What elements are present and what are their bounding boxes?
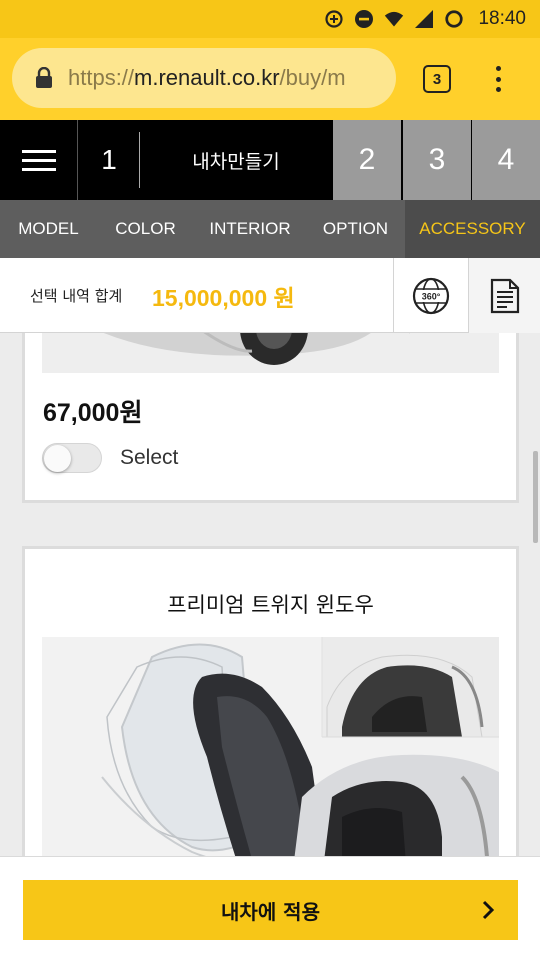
step-navigation: 1 내차만들기 2 3 4: [0, 120, 540, 200]
category-tabs: MODEL COLOR INTERIOR OPTION ACCESSORY: [0, 200, 540, 258]
step-2-button[interactable]: 2: [333, 120, 401, 200]
accessory-card: 67,000원 Select: [22, 333, 519, 503]
hamburger-menu-icon[interactable]: [0, 120, 78, 200]
tab-interior[interactable]: INTERIOR: [194, 200, 306, 258]
globe-360-icon: 360°: [412, 277, 450, 314]
view-360-text: 360°: [422, 291, 441, 301]
browser-toolbar: https://m.renault.co.kr/buy/m 3: [0, 38, 540, 120]
tab-switcher-button[interactable]: 3: [423, 65, 451, 93]
step-current-label: 내차만들기: [192, 150, 280, 173]
select-label: Select: [120, 446, 179, 469]
url-bar[interactable]: https://m.renault.co.kr/buy/m: [12, 48, 396, 108]
wifi-icon: [384, 9, 404, 29]
url-host: m.renault.co.kr: [134, 65, 280, 90]
signal-icon: [414, 9, 434, 29]
accessory-image: [42, 637, 499, 856]
tab-model[interactable]: MODEL: [0, 200, 97, 258]
step-3-button[interactable]: 3: [403, 120, 471, 200]
chevron-right-icon: [482, 900, 495, 920]
tab-option[interactable]: OPTION: [306, 200, 405, 258]
summary-document-button[interactable]: [468, 258, 540, 333]
data-saver-icon: [324, 9, 344, 29]
url-text: https://m.renault.co.kr/buy/m: [68, 65, 346, 91]
accessory-title: 프리미엄 트위지 윈도우: [167, 593, 374, 617]
total-summary-bar: 선택 내역 합계 15,000,000 원 360°: [0, 258, 540, 333]
document-icon: [490, 278, 519, 313]
tab-color[interactable]: COLOR: [97, 200, 194, 258]
url-path: /buy/m: [279, 65, 346, 90]
url-scheme: https://: [68, 65, 135, 90]
view-360-button[interactable]: 360°: [393, 258, 468, 333]
footer-bar: 내차에 적용: [0, 856, 540, 960]
accessory-card: 프리미엄 트위지 윈도우: [22, 546, 519, 856]
clock: 18:40: [478, 8, 526, 29]
more-menu-icon[interactable]: [488, 62, 508, 96]
apply-button-label: 내차에 적용: [221, 899, 320, 924]
accessory-image: [42, 333, 499, 373]
total-price: 15,000,000 원: [152, 284, 295, 311]
total-label: 선택 내역 합계: [30, 287, 123, 305]
select-toggle[interactable]: [42, 443, 102, 473]
accessory-list[interactable]: 67,000원 Select 프리미엄 트위지 윈도우: [0, 333, 540, 856]
do-not-disturb-icon: [354, 9, 374, 29]
lock-icon: [34, 66, 54, 89]
status-bar: 18:40: [0, 0, 540, 38]
apply-to-car-button[interactable]: 내차에 적용: [23, 880, 518, 940]
accessory-price: 67,000원: [43, 399, 143, 427]
step-4-button[interactable]: 4: [472, 120, 540, 200]
scrollbar-thumb[interactable]: [533, 451, 538, 543]
step-current-number[interactable]: 1: [78, 120, 140, 200]
sync-icon: [444, 9, 464, 29]
tab-accessory[interactable]: ACCESSORY: [405, 200, 540, 258]
